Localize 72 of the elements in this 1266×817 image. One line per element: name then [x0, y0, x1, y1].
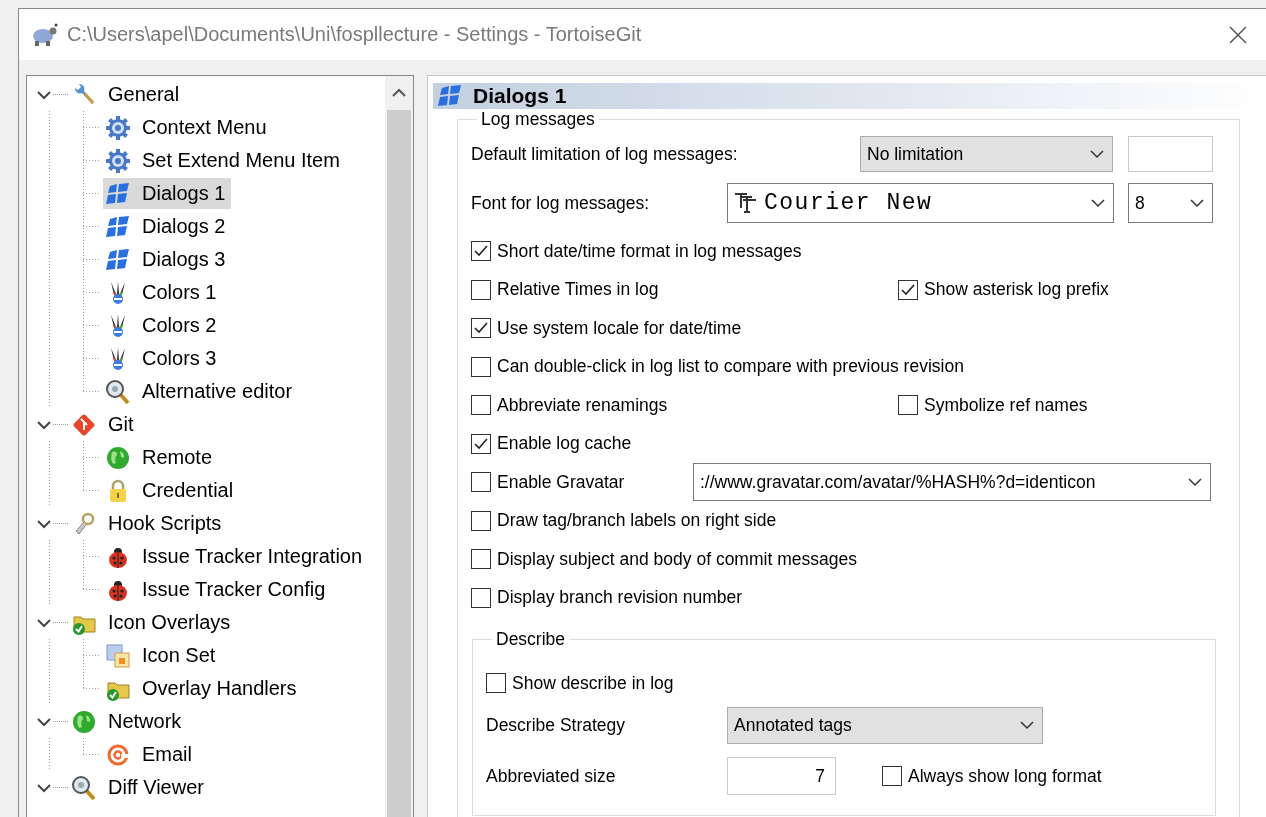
- size-input-field[interactable]: 7: [727, 757, 836, 795]
- checkbox[interactable]: Can double-click in log list to compare with previous revision: [471, 356, 964, 378]
- window-title: C:\Users\apel\Documents\Uni\fospllecture - Settings - TortoiseGit: [67, 23, 643, 46]
- limit-dropdown[interactable]: No limitation: [860, 136, 1113, 172]
- tree-line: [53, 424, 68, 425]
- tree-item[interactable]: Issue Tracker Integration: [103, 541, 369, 572]
- tree-line: [53, 622, 68, 623]
- tree-item[interactable]: Git: [69, 409, 140, 440]
- checkbox[interactable]: Relative Times in log: [471, 279, 898, 301]
- window-flag-icon: [105, 213, 131, 240]
- field-label: Font for log messages:: [471, 192, 650, 214]
- checkbox[interactable]: Display subject and body of commit messages: [471, 548, 857, 570]
- magnifier-icon: [105, 378, 131, 405]
- count-input-field[interactable]: [1128, 136, 1213, 172]
- checkbox[interactable]: Show asterisk log prefix: [898, 279, 1109, 301]
- magnifier-icon: [71, 774, 97, 801]
- field-label: Default limitation of log messages:: [471, 143, 739, 165]
- window-flag-icon: [105, 246, 131, 273]
- tree-line: [53, 721, 68, 722]
- window-flag-icon: [437, 83, 463, 109]
- checkbox[interactable]: Short date/time format in log messages: [471, 240, 802, 262]
- font-icon: [734, 192, 758, 214]
- checkbox[interactable]: Always show long format: [882, 765, 1102, 787]
- tree-item[interactable]: Colors 1: [103, 277, 223, 308]
- tree-item[interactable]: Dialogs 1: [103, 178, 232, 209]
- group-title: Describe: [495, 629, 567, 650]
- window-flag-icon: [105, 180, 131, 207]
- tree-item[interactable]: Issue Tracker Config: [103, 574, 332, 605]
- page-title: Dialogs 1: [473, 84, 567, 108]
- close-icon: [1228, 24, 1248, 45]
- tree-item[interactable]: Colors 3: [103, 343, 223, 374]
- strategy-dropdown[interactable]: Annotated tags: [727, 706, 1043, 744]
- tree-line: [53, 787, 68, 788]
- group-title: Log messages: [480, 109, 596, 130]
- field-label: Abbreviated size: [486, 765, 617, 787]
- checkbox[interactable]: Use system locale for date/time: [471, 317, 742, 339]
- tree-item[interactable]: Network: [69, 706, 188, 737]
- globe-icon: [71, 708, 97, 735]
- tree-item[interactable]: General: [69, 79, 186, 110]
- checkbox[interactable]: Abbreviate renamings: [471, 394, 898, 416]
- tree-item[interactable]: Dialogs 3: [103, 244, 232, 275]
- gear-icon: [105, 114, 131, 141]
- gravatar-url-dropdown[interactable]: ://www.gravatar.com/avatar/%HASH%?d=identicon: [693, 463, 1211, 502]
- checkbox[interactable]: Show describe in log: [486, 672, 674, 694]
- tree-item[interactable]: Remote: [103, 442, 219, 473]
- globe-icon: [105, 444, 131, 471]
- font-dropdown[interactable]: Courier New: [727, 183, 1114, 223]
- tree-item[interactable]: Context Menu: [103, 112, 273, 143]
- checkbox[interactable]: Symbolize ref names: [898, 394, 1088, 416]
- tree-item[interactable]: Icon Overlays: [69, 607, 237, 638]
- tree-item[interactable]: Set Extend Menu Item: [103, 145, 346, 176]
- scrollbar[interactable]: [385, 76, 413, 817]
- checkbox[interactable]: Draw tag/branch labels on right side: [471, 510, 777, 532]
- tree-item[interactable]: Overlay Handlers: [103, 673, 303, 704]
- tree-item[interactable]: Hook Scripts: [69, 508, 228, 539]
- tree-item[interactable]: Colors 2: [103, 310, 223, 341]
- font-size-dropdown[interactable]: 8: [1128, 183, 1213, 223]
- field-label: Describe Strategy: [486, 714, 627, 736]
- picture-stack-icon: [105, 642, 131, 669]
- tree-item[interactable]: Diff Viewer: [69, 772, 210, 803]
- checkbox[interactable]: Enable log cache: [471, 433, 632, 455]
- gear-icon: [105, 147, 131, 174]
- checkbox[interactable]: Display branch revision number: [471, 587, 743, 609]
- tree-item[interactable]: Alternative editor: [103, 376, 299, 407]
- tree-item[interactable]: Dialogs 2: [103, 211, 232, 242]
- tree-item[interactable]: Email: [103, 739, 198, 770]
- tree-line: [53, 523, 68, 524]
- caret-up-icon: [392, 88, 406, 98]
- checkbox[interactable]: Enable Gravatar: [471, 471, 693, 493]
- tree-item[interactable]: Icon Set: [103, 640, 222, 671]
- tree-item[interactable]: Credential: [103, 475, 240, 506]
- tree-line: [53, 94, 68, 95]
